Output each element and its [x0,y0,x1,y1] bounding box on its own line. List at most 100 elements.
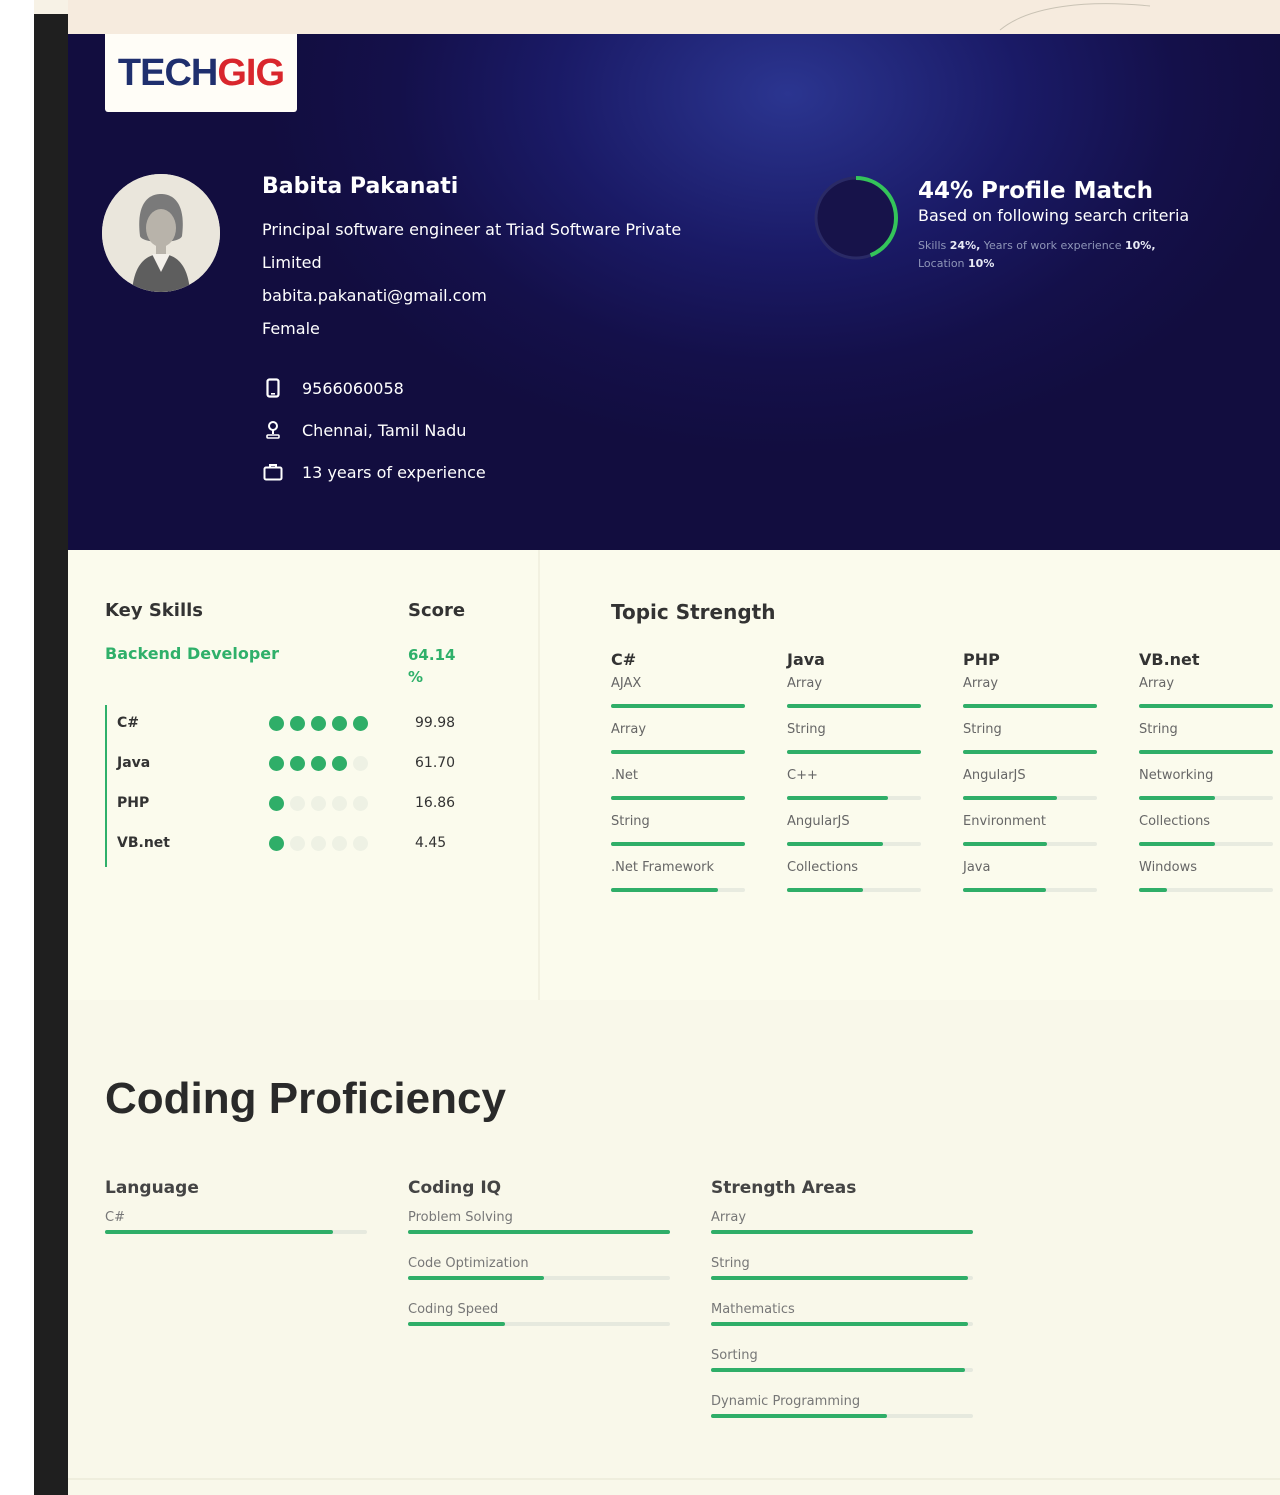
strength-bar-fill [963,704,1097,708]
coding-label: Coding Speed [408,1302,499,1317]
skill-row-vb-net: VB.net 4.45 [117,833,477,853]
topic-item: Array [787,676,921,722]
rating-dot [332,835,347,851]
window-dark-border [34,14,68,1495]
strength-bar-fill [787,842,884,846]
skill-score: 61.70 [415,755,456,771]
topic-column-c: C# AJAX Array .Net String .Net Framework [611,650,745,906]
topic-column-vb-net: VB.net Array String Networking Collections Wi… [1139,650,1273,906]
topic-item: Collections [787,860,921,906]
topic-item: String [963,722,1097,768]
topic-label: String [611,814,650,829]
topic-label: AngularJS [963,768,1026,783]
coding-item: String [711,1256,973,1302]
topic-label: Array [1139,676,1175,691]
topic-label: C++ [787,768,818,783]
strength-bar [963,750,1097,754]
strength-bar [1139,888,1273,892]
rating-dot [269,795,284,811]
topic-column-php: PHP Array String AngularJS Environment Java [963,650,1097,906]
topic-label: String [963,722,1002,737]
strength-bar [963,796,1097,800]
proficiency-bar-fill [408,1322,505,1326]
proficiency-bar [408,1230,670,1234]
proficiency-bar-fill [711,1276,968,1280]
strength-bar [963,842,1097,846]
contact-experience: 13 years of experience [262,451,762,493]
strength-bar-fill [611,750,745,754]
skill-name: VB.net [117,835,170,851]
proficiency-bar-fill [711,1322,968,1326]
coding-label: Mathematics [711,1302,795,1317]
scribble-decoration [999,3,1151,31]
topic-label: String [1139,722,1178,737]
section-divider [68,1478,1280,1480]
rating-dot [353,795,368,811]
coding-label: Array [711,1210,747,1225]
strength-bar [963,704,1097,708]
strength-bar [787,888,921,892]
avatar [102,174,220,292]
profile-name: Babita Pakanati [262,174,459,199]
coding-column-language: Language C# [105,1178,367,1256]
strength-bar [611,796,745,800]
profile-details: Babita Pakanati Principal software engin… [262,174,762,493]
topic-column-heading: VB.net [1139,650,1200,669]
skill-rating [269,715,415,731]
coding-item: Sorting [711,1348,973,1394]
logo-tech-text: TECH [117,51,218,94]
logo-gig-text: GIG [217,51,285,94]
rating-dot [290,715,305,731]
mobile-icon [262,377,284,399]
rating-dot [332,715,347,731]
strength-bar [611,704,745,708]
skill-row-c: C# 99.98 [117,713,477,733]
strength-bar-fill [611,796,745,800]
window-left-edge [0,0,34,1495]
topic-item: String [1139,722,1273,768]
skill-rating [269,795,415,811]
proficiency-bar [711,1414,973,1418]
coding-item: Coding Speed [408,1302,670,1348]
score-heading: Score [408,600,466,621]
rating-dot [290,795,305,811]
topic-strength-heading: Topic Strength [611,600,776,624]
rating-dot [311,835,326,851]
skill-score: 99.98 [415,715,456,731]
strength-bar [787,750,921,754]
strength-bar-fill [787,750,921,754]
proficiency-bar-fill [105,1230,333,1234]
strength-bar-fill [611,888,719,892]
topic-strength-panel: Topic Strength C# AJAX Array .Net String .Net… [611,600,1280,892]
topic-item: .Net [611,768,745,814]
topic-item: Collections [1139,814,1273,860]
techgig-logo[interactable]: TECH GIG [105,34,297,112]
proficiency-bar-fill [408,1276,545,1280]
strength-bar-fill [963,796,1057,800]
proficiency-bar [711,1230,973,1234]
topic-column-heading: PHP [963,650,1000,669]
strength-bar [787,704,921,708]
match-progress-ring [814,176,898,260]
rating-dot [290,835,305,851]
skill-row-php: PHP 16.86 [117,793,477,813]
profile-title-line1: Principal software engineer at Triad Sof… [262,220,682,239]
profile-email[interactable]: babita.pakanati@gmail.com [262,279,762,312]
topic-item: Array [611,722,745,768]
profile-title-line2: Limited [262,253,322,272]
proficiency-bar [408,1322,670,1326]
rating-dot [311,755,326,771]
topic-item: Array [1139,676,1273,722]
experience-text: 13 years of experience [302,462,486,482]
proficiency-bar [711,1368,973,1372]
phone-number[interactable]: 9566060058 [302,379,404,398]
coding-column-coding-iq: Coding IQ Problem Solving Code Optimizatio… [408,1178,670,1348]
coding-column-heading: Coding IQ [408,1178,502,1198]
coding-label: String [711,1256,750,1271]
rating-dot [353,835,368,851]
skill-rating [269,755,415,771]
proficiency-bar [711,1276,973,1280]
strength-bar-fill [1139,842,1216,846]
profile-gender: Female [262,319,320,338]
rating-dot [311,795,326,811]
